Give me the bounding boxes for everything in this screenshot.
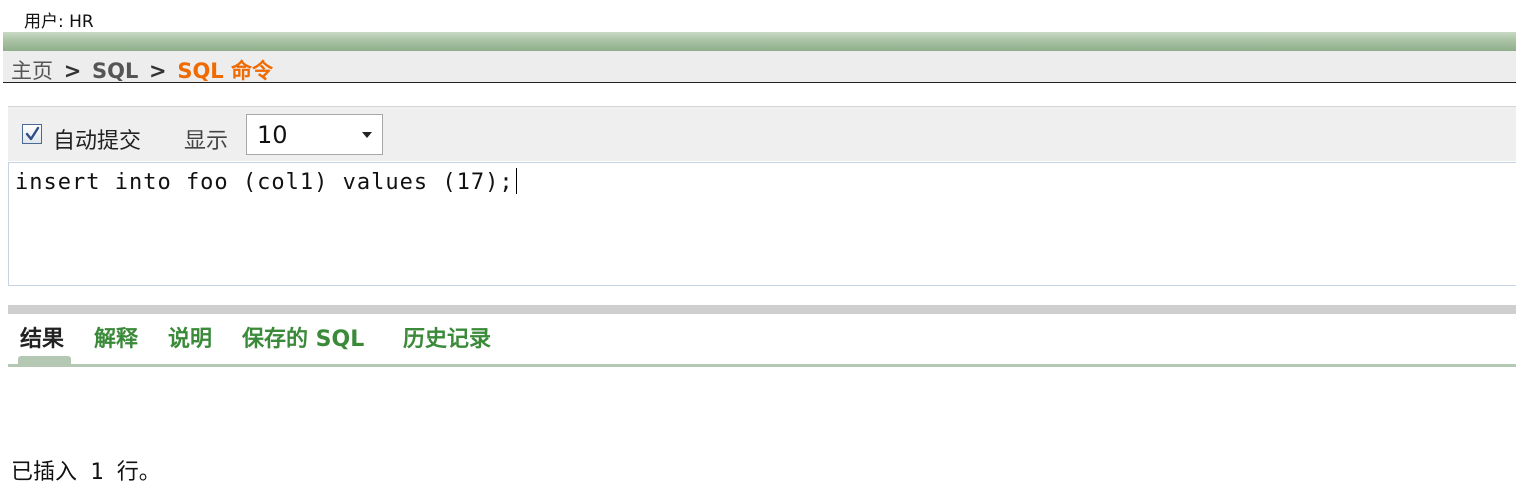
sql-toolbar: 自动提交 显示 10 xyxy=(8,106,1516,161)
breadcrumb-home-link[interactable]: 主页 xyxy=(11,59,53,83)
tab-describe[interactable]: 说明 xyxy=(168,321,212,353)
sql-text: insert into foo (col1) values (17); xyxy=(15,170,514,195)
sql-editor-content[interactable]: insert into foo (col1) values (17); xyxy=(15,168,517,195)
result-tabs: 结果 解释 说明 保存的 SQL 历史记录 xyxy=(8,316,1516,368)
display-rows-value: 10 xyxy=(257,121,288,149)
display-rows-select[interactable]: 10 xyxy=(246,114,383,155)
header-strip xyxy=(3,32,1516,51)
result-message: 已插入 1 行。 xyxy=(11,460,161,485)
tab-history[interactable]: 历史记录 xyxy=(403,321,491,353)
autocommit-label[interactable]: 自动提交 xyxy=(53,123,141,155)
checkmark-icon xyxy=(25,126,40,141)
text-caret xyxy=(515,168,517,194)
breadcrumb-current: SQL 命令 xyxy=(177,59,273,83)
sql-commands-page: 用户: HR 主页 > SQL > SQL 命令 自动提交 显示 10 inse… xyxy=(0,0,1516,502)
autocommit-checkbox[interactable] xyxy=(22,124,42,144)
sql-editor[interactable]: insert into foo (col1) values (17); xyxy=(8,162,1516,286)
current-user-label: 用户: HR xyxy=(24,12,94,32)
active-tab-indicator xyxy=(18,356,71,364)
breadcrumb-separator: > xyxy=(63,59,82,83)
breadcrumb-sql-link[interactable]: SQL xyxy=(92,59,138,83)
tabs-underline xyxy=(8,364,1516,367)
display-rows-label: 显示 xyxy=(184,129,229,154)
tab-saved-sql[interactable]: 保存的 SQL xyxy=(242,321,364,353)
chevron-down-icon xyxy=(362,132,372,138)
breadcrumb: 主页 > SQL > SQL 命令 xyxy=(11,55,273,85)
pane-divider[interactable] xyxy=(8,305,1516,314)
tab-explain[interactable]: 解释 xyxy=(94,321,138,353)
tab-results[interactable]: 结果 xyxy=(20,321,64,353)
breadcrumb-bar: 主页 > SQL > SQL 命令 xyxy=(3,51,1516,83)
breadcrumb-separator: > xyxy=(149,59,167,83)
